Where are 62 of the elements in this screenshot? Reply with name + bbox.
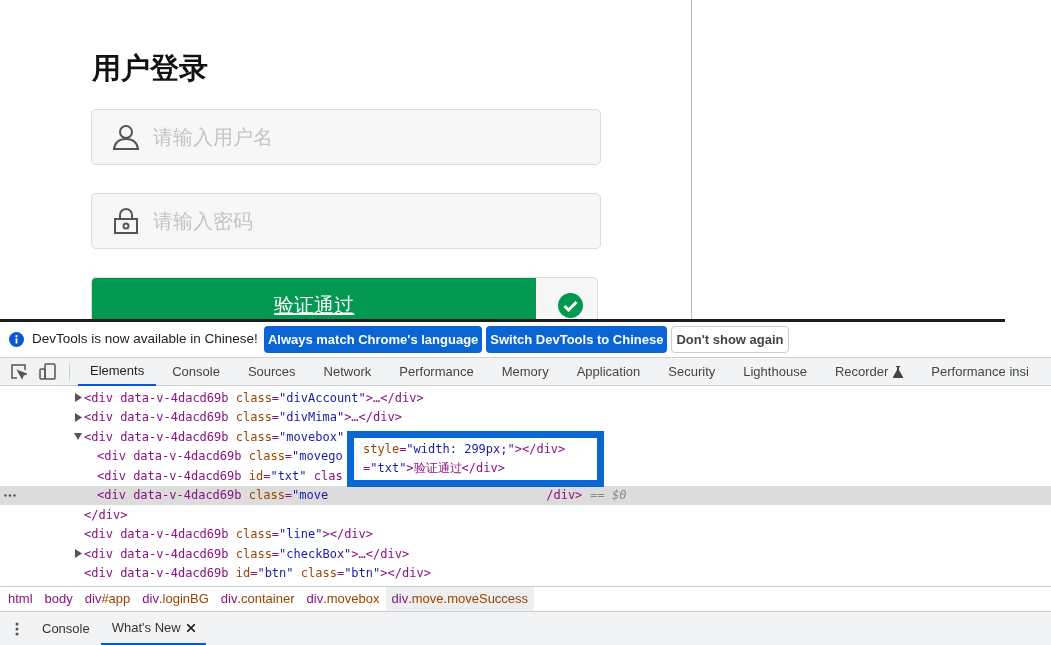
devtools-tab[interactable]: Memory <box>489 357 561 386</box>
caret-down-icon[interactable] <box>74 432 82 441</box>
dom-node-row[interactable]: <div data-v-4dacd69b class="divMima">…</div> <box>0 407 402 427</box>
caret-right-icon[interactable] <box>74 549 82 558</box>
dom-node-text: <div data-v-4dacd69b class="divAccount">…</div> <box>84 389 424 407</box>
more-menu-icon[interactable] <box>15 621 19 636</box>
dom-node-text: <div data-v-4dacd69b class="divMima">…</div> <box>84 409 402 427</box>
close-icon[interactable] <box>186 623 195 632</box>
dom-node-row[interactable]: <div data-v-4dacd69b class="movego <box>0 446 343 466</box>
slider-label: 验证通过 <box>274 293 355 318</box>
dom-node-row[interactable]: <div data-v-4dacd69b class="divAccount">…</div> <box>0 388 424 408</box>
dom-node-row[interactable]: <div data-v-4dacd69b class="line"></div> <box>0 524 374 544</box>
infobar-button[interactable]: Always match Chrome's language <box>263 326 483 353</box>
device-toolbar-icon[interactable] <box>39 363 56 380</box>
dom-node-row[interactable]: <div data-v-4dacd69b class="checkBox">…</div> <box>0 544 410 564</box>
caret-right-icon[interactable] <box>74 412 82 422</box>
user-icon <box>112 123 140 151</box>
devtools-tab[interactable]: Performance <box>387 357 486 386</box>
dom-node-text: <div data-v-4dacd69b class="line"></div> <box>84 526 374 544</box>
dom-node-row[interactable]: <div data-v-4dacd69b class="movebox" <box>0 427 345 447</box>
annotation-text: ="txt">验证通过</div> <box>363 460 506 477</box>
devtools-tab[interactable]: Performance insi <box>919 357 1041 386</box>
devtools-tab[interactable]: Security <box>656 357 728 386</box>
dom-node-row[interactable]: <div data-v-4dacd69b id="btn" class="btn"></div> <box>0 563 431 583</box>
selected-node-row[interactable]: <div data-v-4dacd69b class="move /div> == $0 <box>0 485 1051 505</box>
info-icon <box>9 332 24 347</box>
annotation-text: style="width: 299px;"></div> <box>363 440 567 458</box>
selected-node-marker: == $0 <box>590 487 627 505</box>
devtools-tab[interactable]: Sources <box>235 357 308 386</box>
dom-node-row[interactable]: <div data-v-4dacd69b id="txt" clas <box>0 466 343 486</box>
caret-right-icon[interactable] <box>74 393 82 402</box>
devtools-tab[interactable]: Console <box>160 357 232 386</box>
breadcrumb[interactable]: body <box>38 587 79 611</box>
breadcrumb[interactable]: div.loginBG <box>136 587 215 611</box>
devtools-tab[interactable]: Network <box>311 357 384 386</box>
login-title: 用户登录 <box>92 51 209 86</box>
info-message: DevTools is now available in Chinese! <box>32 330 258 349</box>
inspect-element-icon[interactable] <box>10 363 27 380</box>
drawer-tab[interactable]: Console <box>31 612 101 645</box>
lock-icon <box>112 207 140 235</box>
devtools-tab[interactable]: Lighthouse <box>731 357 819 386</box>
breadcrumb[interactable]: html <box>2 587 39 611</box>
more-icon[interactable] <box>4 493 16 497</box>
dom-node-text: <div data-v-4dacd69b class="move <box>97 487 329 505</box>
slider-track[interactable]: 验证通过 <box>91 277 598 319</box>
dom-node-text: <div data-v-4dacd69b id="txt" clas <box>97 467 343 485</box>
dom-node-text: <div data-v-4dacd69b class="movebox" <box>84 428 345 446</box>
dom-node-text: <div data-v-4dacd69b class="movego <box>97 448 343 466</box>
breadcrumb[interactable]: div.movebox <box>300 587 386 611</box>
devtools-tab[interactable]: Application <box>564 357 653 386</box>
dom-node-text: <div data-v-4dacd69b id="btn" class="btn"></div> <box>84 565 431 583</box>
breadcrumb[interactable]: div#app <box>78 587 137 611</box>
dom-node-text: <div data-v-4dacd69b class="checkBox">…</div> <box>84 545 410 563</box>
infobar-button[interactable]: Switch DevTools to Chinese <box>486 326 668 353</box>
devtools-tab[interactable]: Elements <box>78 357 157 386</box>
dom-node-text: /div> <box>546 487 583 505</box>
breadcrumb[interactable]: div.move.moveSuccess <box>385 587 535 611</box>
dom-node-text: </div> <box>84 506 128 524</box>
breadcrumb[interactable]: div.container <box>214 587 301 611</box>
devtools-tab[interactable]: Recorder <box>822 357 916 386</box>
infobar-button[interactable]: Don't show again <box>671 326 789 353</box>
drawer-tab[interactable]: What's New <box>100 612 206 645</box>
